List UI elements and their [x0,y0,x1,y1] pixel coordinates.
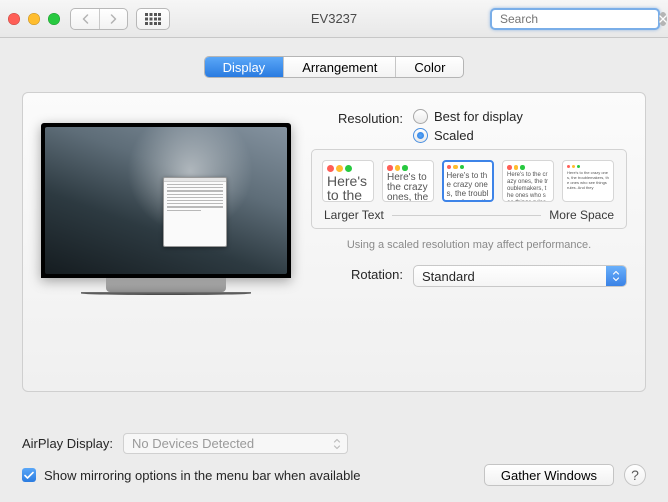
scale-option-1[interactable]: Here's to the crazy ones, the troublemak… [322,160,374,202]
radio-label: Best for display [434,109,523,124]
nav-back-forward [70,8,128,30]
scale-option-3[interactable]: Here's to the crazy ones, the troublemak… [442,160,494,202]
scale-option-2[interactable]: Here's to the crazy ones, the troublemak… [382,160,434,202]
resolution-thumbnails: Here's to the crazy ones, the troublemak… [311,149,627,229]
resolution-label: Resolution: [311,109,403,143]
traffic-lights [8,13,60,25]
display-preview [41,109,291,371]
back-button[interactable] [71,9,99,29]
tab-display[interactable]: Display [205,57,284,77]
mirror-label: Show mirroring options in the menu bar w… [44,468,361,483]
chevron-updown-icon [333,438,341,450]
airplay-label: AirPlay Display: [22,436,113,451]
tab-color[interactable]: Color [395,57,463,77]
scaled-note: Using a scaled resolution may affect per… [311,239,627,251]
airplay-select[interactable]: No Devices Detected [123,433,348,454]
minimize-icon[interactable] [28,13,40,25]
gather-windows-button[interactable]: Gather Windows [484,464,614,486]
mirror-checkbox[interactable] [22,468,36,482]
zoom-icon[interactable] [48,13,60,25]
close-icon[interactable] [8,13,20,25]
rotation-value: Standard [422,269,475,284]
footer: AirPlay Display: No Devices Detected Sho… [0,421,668,502]
more-space-label: More Space [549,208,614,222]
tab-arrangement[interactable]: Arrangement [283,57,395,77]
chevron-updown-icon [606,266,626,286]
rotation-label: Rotation: [311,265,403,287]
tab-bar: Display Arrangement Color [204,56,465,78]
clear-search-icon[interactable] [659,12,667,26]
settings-panel: Resolution: Best for display Scaled Here… [22,92,646,392]
search-input[interactable] [496,12,659,26]
rotation-select[interactable]: Standard [413,265,627,287]
search-field[interactable] [490,8,660,30]
airplay-value: No Devices Detected [132,436,254,451]
scale-option-4[interactable]: Here's to the crazy ones, the troublemak… [502,160,554,202]
radio-best-for-display[interactable]: Best for display [413,109,523,124]
forward-button[interactable] [99,9,127,29]
window-title: EV3237 [311,11,357,26]
titlebar: EV3237 [0,0,668,38]
radio-scaled[interactable]: Scaled [413,128,523,143]
help-button[interactable]: ? [624,464,646,486]
larger-text-label: Larger Text [324,208,384,222]
show-all-button[interactable] [136,8,170,30]
radio-label: Scaled [434,128,474,143]
scale-option-5[interactable]: Here's to the crazy ones, the troublemak… [562,160,614,202]
